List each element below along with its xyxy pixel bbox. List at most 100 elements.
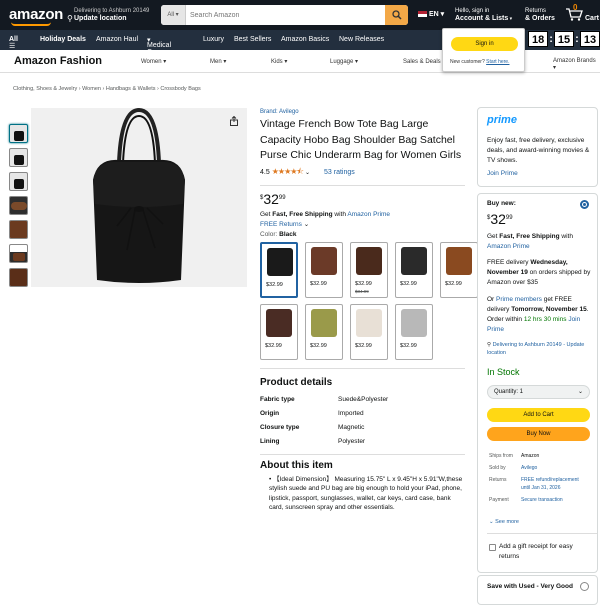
nav-item-luxury[interactable]: Luxury [203, 36, 224, 43]
chevron-down-icon: ⌄ [577, 389, 583, 395]
thumbnail-2[interactable] [9, 148, 28, 167]
breadcrumb-item[interactable]: Crossbody Bags [160, 86, 200, 92]
detail-row: Origin Imported [260, 410, 465, 424]
detail-key: Closure type [260, 423, 300, 431]
used-option-box[interactable]: Save with Used - Very Good [477, 575, 598, 605]
thumbnail-4[interactable] [9, 196, 28, 215]
amazon-prime-link[interactable]: Amazon Prime [347, 211, 390, 218]
nav-item-best-sellers[interactable]: Best Sellers [234, 36, 271, 43]
fashion-nav-women[interactable]: Women ▾ [141, 58, 166, 65]
search-category-dropdown[interactable]: All ▾ [161, 5, 186, 25]
breadcrumb-item[interactable]: Handbags & Wallets [106, 86, 156, 92]
color-swatch[interactable]: $32.99 [440, 241, 478, 298]
nav-item-medical-care[interactable]: Medical Care ▾ [147, 36, 171, 56]
returns-orders-link[interactable]: Returns & Orders [525, 7, 555, 23]
swatch-bag-image [266, 308, 292, 337]
color-swatch[interactable]: $32.99 $34.99 [350, 241, 388, 298]
swatch-old-price: $34.99 [355, 288, 369, 294]
nav-all-button[interactable]: ☰ All [9, 36, 18, 50]
buy-price-fraction: 99 [505, 215, 513, 221]
breadcrumb-item[interactable]: Women [82, 86, 101, 92]
color-swatch[interactable]: $32.99 [260, 241, 298, 298]
nav-item-holiday-deals[interactable]: Holiday Deals [40, 36, 86, 43]
payment-link[interactable]: Secure transaction [521, 496, 563, 504]
color-swatch[interactable]: $32.99 [350, 303, 388, 360]
brand-link[interactable]: Brand: Avilego [260, 109, 299, 115]
deliver-to[interactable]: Delivering to Ashburn 20149 Update locat… [74, 7, 149, 23]
deliver-to-link[interactable]: ⚲ Delivering to Ashburn 20149 - Update l… [487, 341, 595, 357]
search-button[interactable] [385, 5, 408, 25]
amazon-logo[interactable]: amazon [9, 6, 63, 23]
seller-link[interactable]: Avilego [521, 464, 537, 472]
ratings-count-link[interactable]: 53 ratings [324, 169, 355, 176]
color-swatch[interactable]: $32.99 [395, 303, 433, 360]
color-value: Black [279, 230, 297, 238]
quantity-dropdown[interactable]: Quantity: 1 ⌄ [487, 385, 590, 399]
hamburger-icon: ☰ [9, 43, 16, 50]
amazon-fashion-title[interactable]: Amazon Fashion [14, 55, 102, 67]
thumbnail-3[interactable] [9, 172, 28, 191]
share-icon[interactable] [229, 115, 239, 126]
cart-label: Cart [585, 15, 600, 22]
product-title: Vintage French Bow Tote Bag Large Capaci… [260, 118, 462, 161]
account-menu[interactable]: Hello, sign in Account & Lists ▾ [455, 7, 512, 23]
color-swatch[interactable]: $32.99 [305, 241, 343, 298]
detail-value: Magnetic [338, 423, 365, 431]
search-icon [391, 10, 402, 20]
fashion-nav-sales[interactable]: Sales & Deals ▾ [403, 58, 445, 65]
start-here-link[interactable]: Start here. [486, 59, 509, 65]
nav-item-amazon-haul[interactable]: Amazon Haul [96, 36, 138, 43]
buy-price-whole: 32 [490, 211, 506, 227]
detail-value: Polyester [338, 437, 366, 445]
color-swatch[interactable]: $32.99 [395, 241, 433, 298]
swatch-price: $32.99 [355, 342, 372, 349]
search-input[interactable] [188, 5, 383, 25]
free-returns-link[interactable]: FREE Returns [260, 221, 302, 228]
fashion-nav-men[interactable]: Men ▾ [210, 58, 226, 65]
thumbnail-5[interactable] [9, 220, 28, 239]
returns-link[interactable]: FREE refund/replacement until Jan 31, 20… [521, 476, 581, 492]
shipping-with: with [332, 210, 348, 218]
color-swatch[interactable]: $32.99 [305, 303, 343, 360]
fashion-nav-brands[interactable]: Amazon Brands ▾ [553, 58, 600, 71]
join-prime-link[interactable]: Join Prime [487, 170, 518, 177]
buy-now-button[interactable]: Buy Now [487, 427, 590, 441]
gift-receipt-checkbox[interactable] [489, 544, 496, 551]
thumbnail-6[interactable] [9, 244, 28, 263]
swatch-bag-image [311, 308, 337, 337]
fashion-nav-kids[interactable]: Kids ▾ [271, 58, 287, 65]
chevron-down-icon[interactable]: ⌄ [305, 169, 310, 176]
info-value: Amazon [521, 453, 540, 459]
thumbnail-7[interactable] [9, 268, 28, 287]
fashion-nav-kids-label: Kids [271, 59, 283, 65]
breadcrumb-item[interactable]: Clothing, Shoes & Jewelry [13, 86, 77, 92]
fashion-nav-women-label: Women [141, 59, 162, 65]
language-selector[interactable]: EN ▾ [418, 10, 444, 18]
swatch-price: $32.99 [265, 342, 282, 349]
see-more-label: See more [495, 519, 519, 525]
see-more-link[interactable]: ⌄ See more [489, 519, 519, 525]
divider [260, 184, 465, 186]
nav-item-new-releases[interactable]: New Releases [339, 36, 384, 43]
color-swatch[interactable]: $32.99 [260, 303, 298, 360]
buy-new-radio[interactable] [580, 200, 589, 209]
signin-button[interactable]: Sign in [451, 37, 518, 51]
swatch-bag-image [446, 246, 472, 275]
add-to-cart-button[interactable]: Add to Cart [487, 408, 590, 422]
fastest-date: Tomorrow, November 15 [511, 306, 587, 313]
nav-item-amazon-basics[interactable]: Amazon Basics [281, 36, 329, 43]
fashion-nav-luggage-label: Luggage [330, 59, 354, 65]
fashion-nav-luggage[interactable]: Luggage ▾ [330, 58, 358, 65]
detail-row: Lining Polyester [260, 438, 465, 452]
search-bar: All ▾ [161, 5, 408, 25]
used-option-radio[interactable] [580, 582, 589, 591]
shipping-prefix: Get [260, 210, 273, 218]
thumbnail-1[interactable] [9, 124, 28, 143]
main-product-image[interactable] [31, 107, 247, 287]
prime-members-link[interactable]: Prime members [496, 296, 542, 303]
free-delivery-info: FREE delivery Wednesday, November 19 on … [487, 258, 595, 288]
star-rating-icon[interactable]: ★★★★⯪ [272, 166, 304, 180]
free-returns[interactable]: FREE Returns ⌄ [260, 220, 465, 230]
info-row: Returns FREE refund/replacement until Jan… [489, 476, 581, 492]
buy-prime-link[interactable]: Amazon Prime [487, 243, 530, 250]
